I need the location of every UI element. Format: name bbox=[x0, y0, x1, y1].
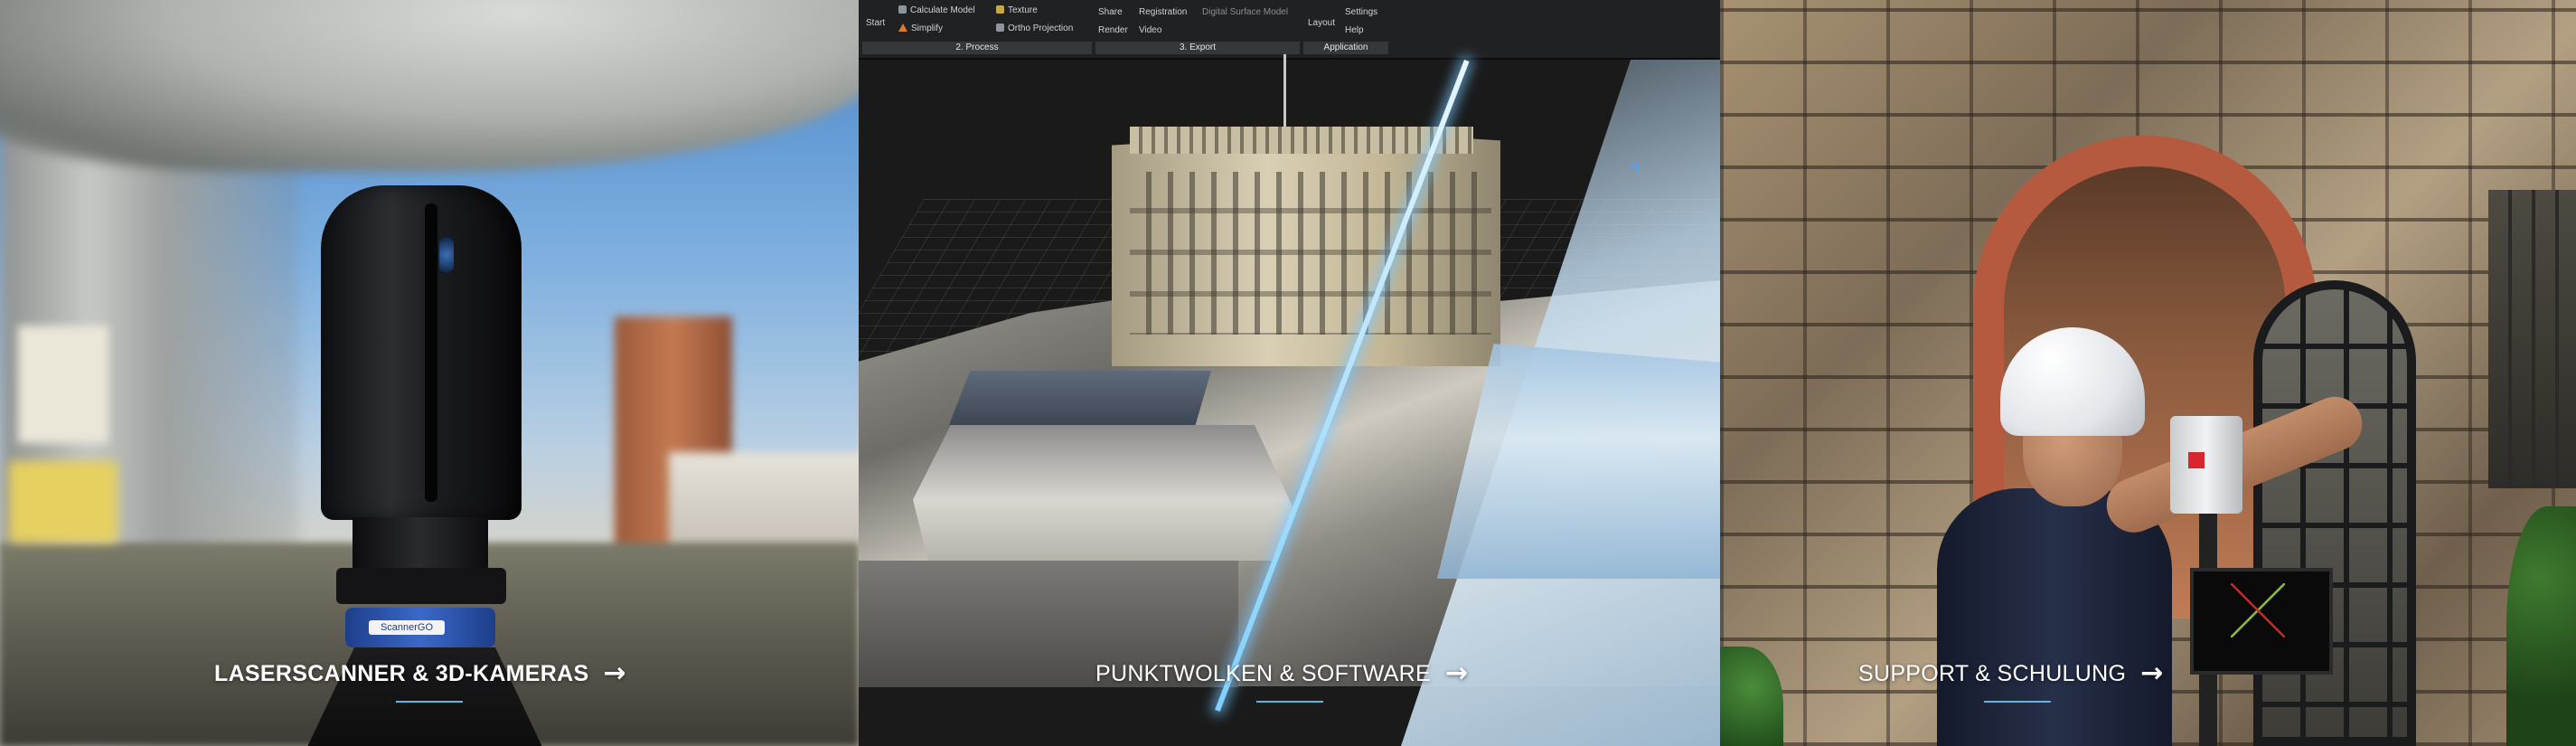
ribbon-simplify: Simplify bbox=[898, 24, 943, 33]
ribbon-group-application: Application bbox=[1303, 42, 1388, 54]
arrow-right-icon: → bbox=[1444, 657, 1469, 689]
ribbon-share: Share bbox=[1098, 7, 1123, 17]
software-ribbon: Start Calculate Model Simplify Texture O… bbox=[859, 0, 1720, 60]
arrow-right-icon: → bbox=[603, 657, 626, 689]
scanner-logo: ScannerGO bbox=[369, 620, 445, 635]
ribbon-registration: Registration bbox=[1139, 7, 1188, 17]
panel-label-support[interactable]: SUPPORT & SCHULUNG → bbox=[1858, 660, 2164, 687]
label-underline bbox=[1256, 701, 1323, 703]
category-strip: ScannerGO LASERSCANNER & 3D-KAMERAS → St… bbox=[0, 0, 2576, 746]
ribbon-group-process: 2. Process bbox=[862, 42, 1092, 54]
tablet-screen bbox=[2231, 583, 2285, 637]
ribbon-render: Render bbox=[1098, 25, 1128, 35]
ribbon-help: Help bbox=[1345, 25, 1364, 35]
panel-laserscanner[interactable]: ScannerGO LASERSCANNER & 3D-KAMERAS → bbox=[0, 0, 859, 746]
panel-punktwolken[interactable]: Start Calculate Model Simplify Texture O… bbox=[859, 0, 1720, 746]
ribbon-settings: Settings bbox=[1345, 7, 1378, 17]
laser-scanner bbox=[2170, 416, 2242, 514]
texture-icon bbox=[996, 5, 1004, 14]
solar-roof bbox=[949, 371, 1211, 425]
castle-windows bbox=[1130, 172, 1491, 335]
ribbon-digital-surface-model: Digital Surface Model bbox=[1202, 7, 1289, 17]
warning-icon bbox=[898, 24, 907, 32]
panel-label-laserscanner[interactable]: LASERSCANNER & 3D-KAMERAS → bbox=[214, 660, 626, 687]
viewport-corner-icon bbox=[1630, 165, 1639, 174]
scanner-neck bbox=[353, 517, 488, 571]
blurred-sign bbox=[18, 326, 108, 443]
scanner-collar bbox=[336, 568, 506, 604]
panel-support[interactable]: SUPPORT & SCHULUNG → bbox=[1720, 0, 2576, 746]
ribbon-layout: Layout bbox=[1308, 18, 1336, 28]
side-window bbox=[2488, 190, 2576, 488]
label-underline bbox=[1984, 701, 2051, 703]
ribbon-group-export: 3. Export bbox=[1095, 42, 1300, 54]
ortho-icon bbox=[996, 24, 1004, 32]
laser-scanner-body bbox=[321, 185, 522, 520]
castle-mast bbox=[1283, 54, 1286, 136]
scanner-slot bbox=[425, 203, 437, 502]
plant bbox=[2506, 506, 2576, 746]
blurred-sign bbox=[9, 461, 118, 543]
model-icon bbox=[898, 5, 907, 14]
label-text: LASERSCANNER & 3D-KAMERAS bbox=[214, 660, 589, 686]
building-roof bbox=[913, 425, 1293, 561]
label-underline bbox=[396, 701, 463, 703]
label-text: PUNKTWOLKEN & SOFTWARE bbox=[1095, 660, 1431, 686]
ribbon-ortho-projection: Ortho Projection bbox=[996, 24, 1073, 33]
label-text: SUPPORT & SCHULUNG bbox=[1858, 660, 2127, 686]
ribbon-start: Start bbox=[866, 18, 886, 28]
scanner-lens bbox=[439, 237, 454, 273]
scanner-badge bbox=[2188, 452, 2205, 468]
panel-label-punktwolken[interactable]: PUNKTWOLKEN & SOFTWARE → bbox=[1095, 660, 1468, 687]
castle-battlements bbox=[1130, 127, 1473, 154]
ribbon-video: Video bbox=[1139, 25, 1162, 35]
ribbon-calculate-model: Calculate Model bbox=[898, 5, 975, 15]
arrow-right-icon: → bbox=[2140, 657, 2164, 689]
arched-window bbox=[2253, 280, 2416, 746]
ribbon-texture: Texture bbox=[996, 5, 1038, 15]
